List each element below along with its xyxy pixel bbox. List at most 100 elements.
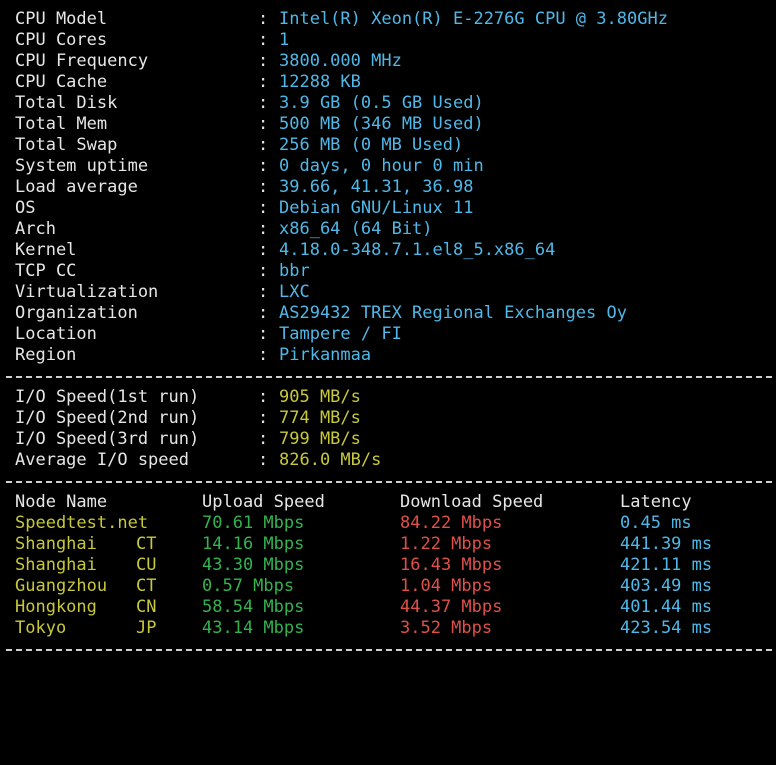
speedtest-row: Shanghai CU 43.30 Mbps 16.43 Mbps 421.11… bbox=[0, 555, 776, 576]
info-colon: : bbox=[258, 324, 269, 344]
node-name: Speedtest.net bbox=[15, 513, 149, 533]
info-value: 4.18.0-348.7.1.el8_5.x86_64 bbox=[279, 240, 556, 260]
info-colon: : bbox=[258, 303, 269, 323]
download-speed: 16.43 Mbps bbox=[400, 555, 503, 575]
io-colon: : bbox=[258, 450, 269, 470]
io-row-2nd-run: I/O Speed(2nd run):774 MB/s bbox=[0, 408, 776, 429]
info-value: AS29432 TREX Regional Exchanges Oy bbox=[279, 303, 627, 323]
info-colon: : bbox=[258, 177, 269, 197]
info-value: 0 days, 0 hour 0 min bbox=[279, 156, 484, 176]
info-row-os: OS: Debian GNU/Linux 11 bbox=[0, 198, 776, 219]
info-value: Pirkanmaa bbox=[279, 345, 372, 365]
download-speed: 84.22 Mbps bbox=[400, 513, 503, 533]
io-value: 799 MB/s bbox=[279, 429, 361, 449]
info-value: 3.9 GB (0.5 GB Used) bbox=[279, 93, 484, 113]
upload-speed: 58.54 Mbps bbox=[202, 597, 305, 617]
info-label: Kernel bbox=[15, 240, 77, 260]
latency: 0.45 ms bbox=[620, 513, 692, 533]
info-colon: : bbox=[258, 219, 269, 239]
latency: 403.49 ms bbox=[620, 576, 713, 596]
latency: 423.54 ms bbox=[620, 618, 713, 638]
node-carrier: CU bbox=[136, 555, 157, 575]
info-row-total-disk: Total Disk:3.9 GB (0.5 GB Used) bbox=[0, 93, 776, 114]
download-speed: 1.22 Mbps bbox=[400, 534, 493, 554]
io-colon: : bbox=[258, 408, 269, 428]
info-value: Tampere / FI bbox=[279, 324, 402, 344]
node-carrier: CT bbox=[136, 534, 157, 554]
info-label: Location bbox=[15, 324, 97, 344]
info-value: bbr bbox=[279, 261, 310, 281]
info-value: Debian GNU/Linux 11 bbox=[279, 198, 474, 218]
info-row-virtualization: Virtualization: LXC bbox=[0, 282, 776, 303]
info-label: Load average bbox=[15, 177, 138, 197]
download-speed: 3.52 Mbps bbox=[400, 618, 493, 638]
io-speed-section: I/O Speed(1st run):905 MB/s I/O Speed(2n… bbox=[0, 387, 776, 471]
info-colon: : bbox=[258, 240, 269, 260]
info-row-arch: Arch: x86_64 (64 Bit) bbox=[0, 219, 776, 240]
header-upload-speed: Upload Speed bbox=[202, 492, 325, 512]
info-colon: : bbox=[258, 345, 269, 365]
latency: 441.39 ms bbox=[620, 534, 713, 554]
node-carrier: CN bbox=[136, 597, 157, 617]
info-label: CPU Model bbox=[15, 9, 108, 29]
info-colon: : bbox=[258, 51, 269, 71]
header-latency: Latency bbox=[620, 492, 692, 512]
info-row-cpu-cores: CPU Cores:1 bbox=[0, 30, 776, 51]
info-value: Intel(R) Xeon(R) E-2276G CPU @ 3.80GHz bbox=[279, 9, 668, 29]
info-label: OS bbox=[15, 198, 36, 218]
info-label: Total Mem bbox=[15, 114, 108, 134]
upload-speed: 14.16 Mbps bbox=[202, 534, 305, 554]
dashed-separator bbox=[0, 366, 776, 387]
info-label: TCP CC bbox=[15, 261, 77, 281]
io-value: 826.0 MB/s bbox=[279, 450, 382, 470]
download-speed: 44.37 Mbps bbox=[400, 597, 503, 617]
info-colon: : bbox=[258, 156, 269, 176]
info-row-region: Region: Pirkanmaa bbox=[0, 345, 776, 366]
speedtest-table: Node Name Upload Speed Download Speed La… bbox=[0, 492, 776, 639]
node-name: Shanghai bbox=[15, 534, 97, 554]
info-colon: : bbox=[258, 30, 269, 50]
info-colon: : bbox=[258, 9, 269, 29]
upload-speed: 43.14 Mbps bbox=[202, 618, 305, 638]
info-label: Arch bbox=[15, 219, 56, 239]
io-row-average: Average I/O speed:826.0 MB/s bbox=[0, 450, 776, 471]
upload-speed: 43.30 Mbps bbox=[202, 555, 305, 575]
info-row-total-mem: Total Mem:500 MB (346 MB Used) bbox=[0, 114, 776, 135]
info-label: CPU Cores bbox=[15, 30, 108, 50]
info-value: 1 bbox=[279, 30, 290, 50]
info-row-load-average: Load average:39.66, 41.31, 36.98 bbox=[0, 177, 776, 198]
node-name: Hongkong bbox=[15, 597, 97, 617]
latency: 421.11 ms bbox=[620, 555, 713, 575]
info-row-tcp-cc: TCP CC: bbr bbox=[0, 261, 776, 282]
dashed-separator bbox=[0, 471, 776, 492]
info-value: 256 MB (0 MB Used) bbox=[279, 135, 464, 155]
info-label: CPU Cache bbox=[15, 72, 108, 92]
info-value: 500 MB (346 MB Used) bbox=[279, 114, 484, 134]
node-carrier: CT bbox=[136, 576, 157, 596]
info-colon: : bbox=[258, 282, 269, 302]
info-value: 39.66, 41.31, 36.98 bbox=[279, 177, 474, 197]
io-row-1st-run: I/O Speed(1st run):905 MB/s bbox=[0, 387, 776, 408]
info-label: Total Disk bbox=[15, 93, 118, 113]
io-colon: : bbox=[258, 429, 269, 449]
node-name: Guangzhou bbox=[15, 576, 108, 596]
info-value: x86_64 (64 Bit) bbox=[279, 219, 433, 239]
info-colon: : bbox=[258, 198, 269, 218]
io-label: I/O Speed(2nd run) bbox=[15, 408, 200, 428]
io-value: 905 MB/s bbox=[279, 387, 361, 407]
info-colon: : bbox=[258, 72, 269, 92]
download-speed: 1.04 Mbps bbox=[400, 576, 493, 596]
io-label: I/O Speed(1st run) bbox=[15, 387, 200, 407]
info-row-organization: Organization: AS29432 TREX Regional Excha… bbox=[0, 303, 776, 324]
info-label: CPU Frequency bbox=[15, 51, 149, 71]
io-label: Average I/O speed bbox=[15, 450, 189, 470]
info-value: 12288 KB bbox=[279, 72, 361, 92]
info-row-cpu-model: CPU Model: Intel(R) Xeon(R) E-2276G CPU @… bbox=[0, 9, 776, 30]
info-label: System uptime bbox=[15, 156, 149, 176]
upload-speed: 0.57 Mbps bbox=[202, 576, 295, 596]
header-node-name: Node Name bbox=[15, 492, 108, 512]
info-label: Virtualization bbox=[15, 282, 159, 302]
info-value: 3800.000 MHz bbox=[279, 51, 402, 71]
node-carrier: JP bbox=[136, 618, 157, 638]
speedtest-row: Tokyo JP 43.14 Mbps 3.52 Mbps 423.54 ms bbox=[0, 618, 776, 639]
